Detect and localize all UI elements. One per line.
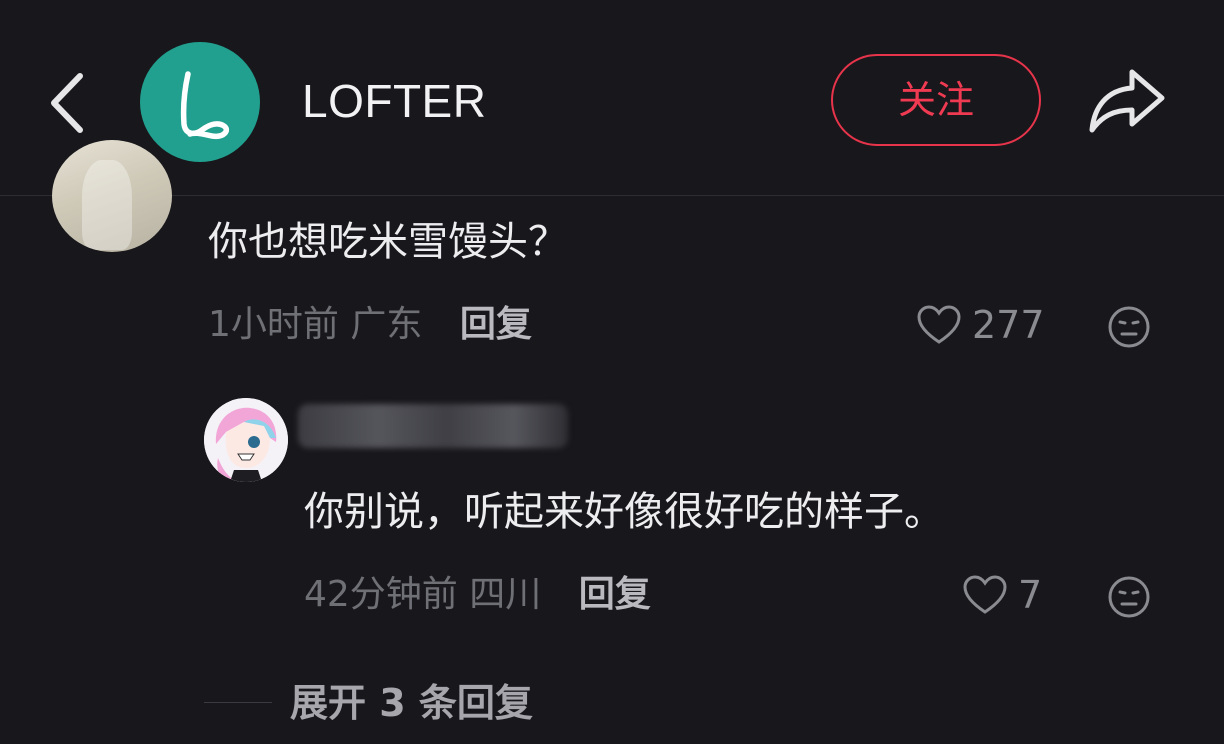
reply-button[interactable]: 回复 (460, 304, 532, 345)
reply-location: 四川 (469, 574, 542, 615)
reply-time: 42分钟前 (304, 574, 458, 615)
username-redacted (298, 404, 568, 448)
neutral-face-icon (1108, 576, 1150, 618)
comment-text: 你也想吃米雪馒头？ (208, 219, 568, 265)
like-button[interactable]: 7 (962, 570, 1042, 620)
follow-button[interactable]: 关注 (831, 54, 1041, 146)
commenter-avatar[interactable] (52, 140, 172, 252)
back-button[interactable] (44, 68, 94, 138)
reply-meta: 42分钟前 四川 回复 (304, 570, 651, 620)
anime-avatar-icon (204, 398, 288, 482)
lofter-logo-icon (180, 71, 230, 140)
emoji-reaction-button[interactable] (1106, 574, 1152, 620)
like-count: 7 (1018, 573, 1043, 617)
page-title: LOFTER (302, 75, 487, 127)
heart-icon (917, 305, 961, 344)
like-button[interactable]: 277 (916, 300, 1045, 350)
comment-meta: 1小时前 广东 回复 (208, 300, 532, 350)
chevron-left-icon (51, 73, 83, 133)
emoji-reaction-button[interactable] (1106, 304, 1152, 350)
expand-replies-button[interactable]: 展开 3 条回复 (290, 676, 533, 730)
reply-text: 你别说，听起来好像很好吃的样子。 (304, 489, 944, 535)
like-count: 277 (972, 303, 1045, 347)
comment-time: 1小时前 (208, 304, 339, 345)
lofter-avatar[interactable] (140, 42, 260, 162)
share-icon (1089, 69, 1165, 133)
reply-avatar[interactable] (204, 398, 288, 482)
top-bar: LOFTER 关注 (0, 0, 1224, 196)
neutral-face-icon (1108, 306, 1150, 348)
comment-location: 广东 (350, 304, 423, 345)
share-button[interactable] (1086, 62, 1168, 140)
divider (204, 702, 272, 703)
reply-button[interactable]: 回复 (579, 574, 651, 615)
heart-icon (963, 575, 1007, 614)
